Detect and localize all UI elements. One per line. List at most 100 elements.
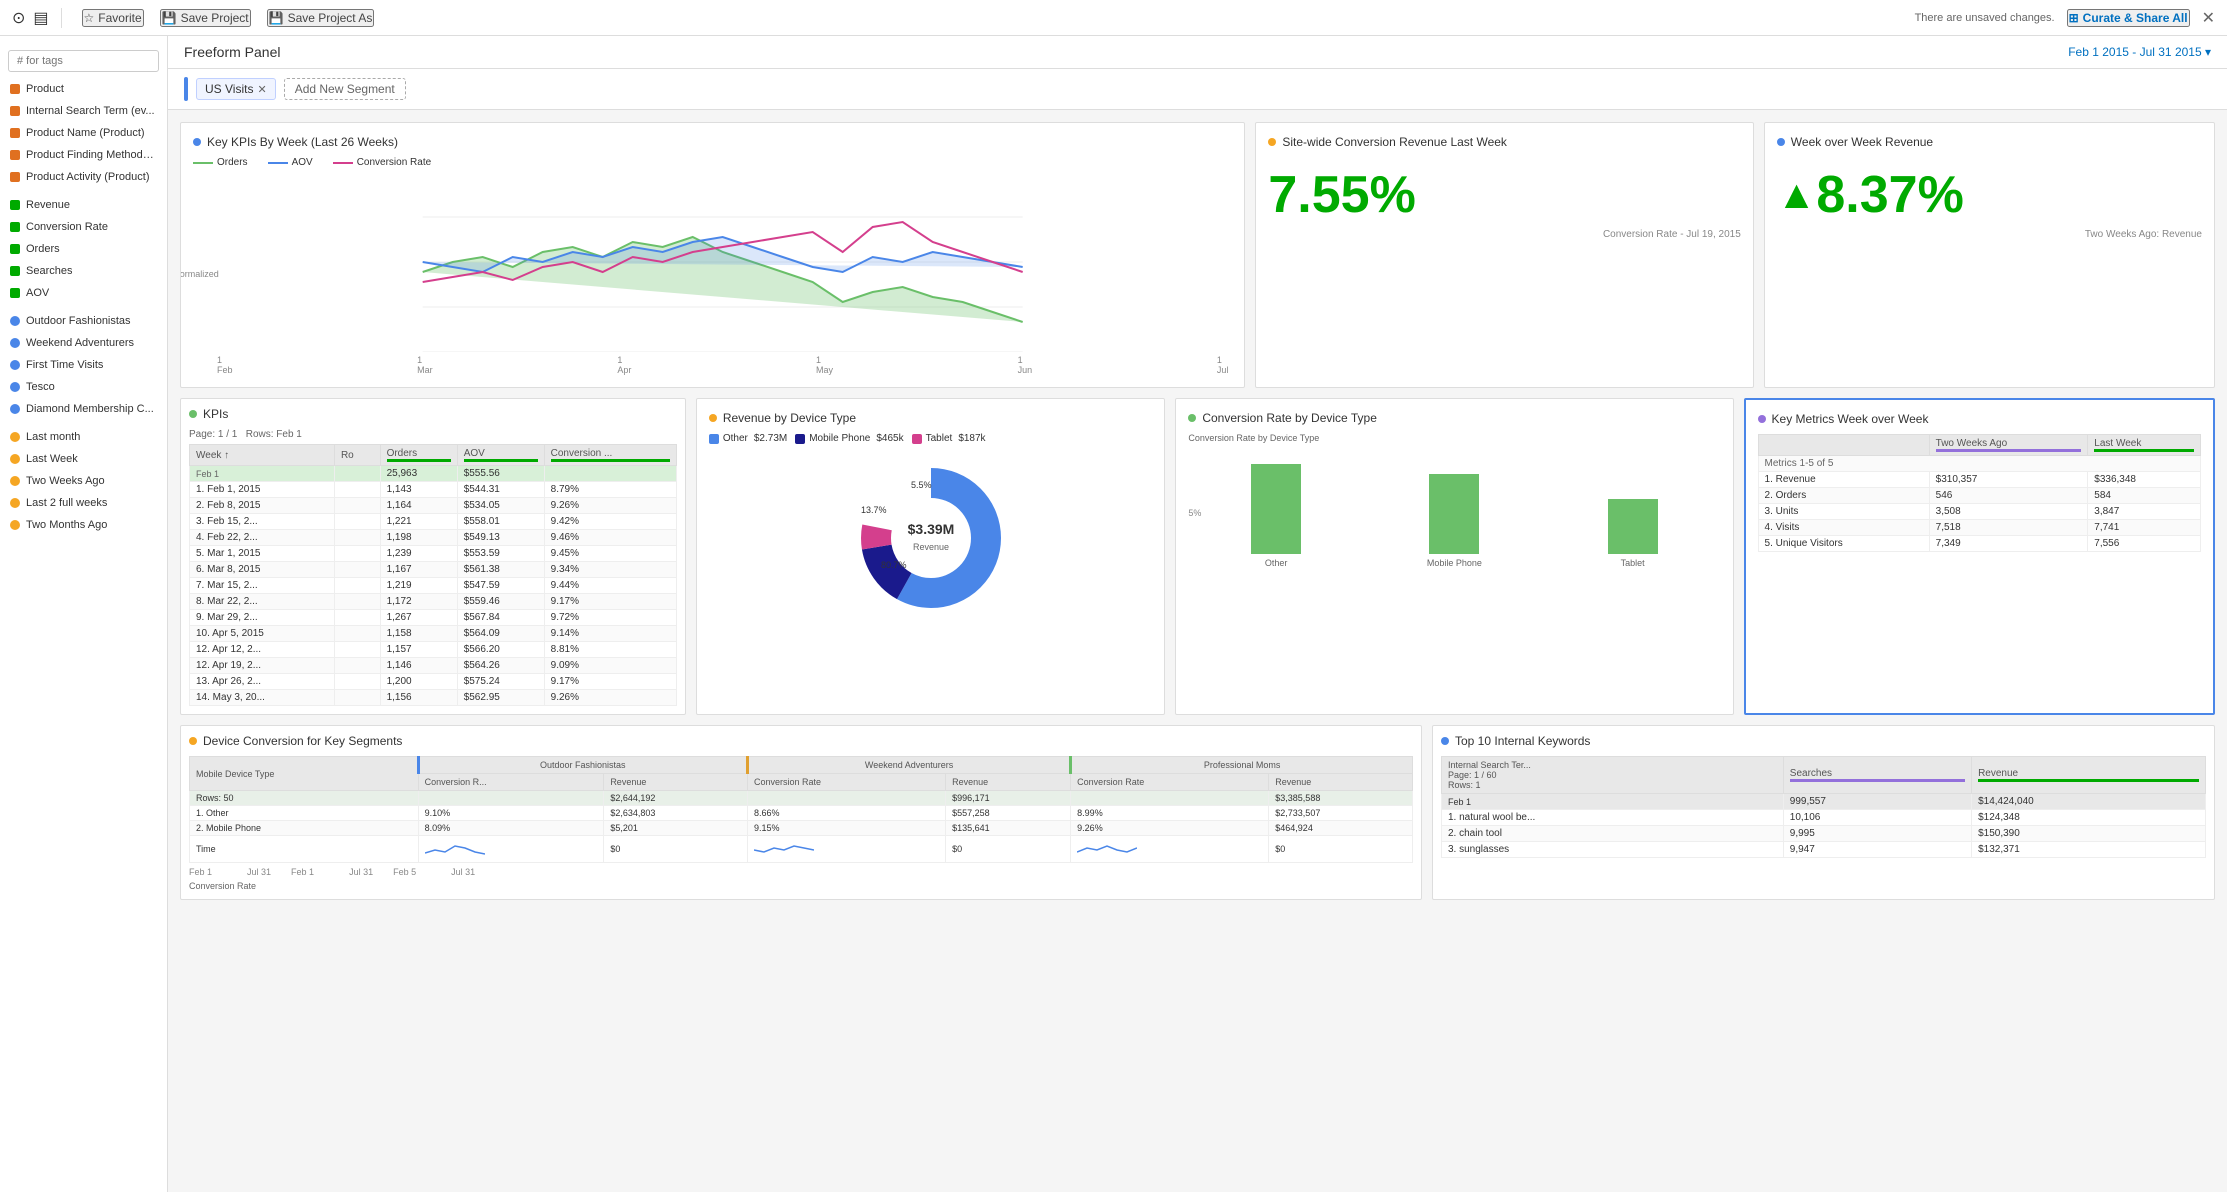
sidebar-item-label: Last Week — [26, 453, 78, 465]
sparkline-svg — [425, 838, 485, 858]
site-conv-dot — [1268, 138, 1276, 146]
bar-other-fill — [1251, 464, 1301, 554]
sidebar-item-product-finding-methods[interactable]: Product Finding Methods... — [0, 144, 167, 166]
weekend-segment-col[interactable]: Weekend Adventurers — [747, 757, 1070, 774]
wow-revenue-card: Week over Week Revenue ▲ 8.37% Two Weeks… — [1764, 122, 2215, 388]
search-input[interactable] — [8, 50, 159, 72]
sidebar-item-searches[interactable]: Searches — [0, 260, 167, 282]
sidebar-item-first-time-visits[interactable]: First Time Visits — [0, 354, 167, 376]
sidebar-item-weekend-adventurers[interactable]: Weekend Adventurers — [0, 332, 167, 354]
curate-share-button[interactable]: ⊞ Curate & Share All — [2067, 9, 2190, 27]
metrics-col-header[interactable] — [1758, 435, 1929, 456]
sidebar-item-last-week[interactable]: Last Week — [0, 448, 167, 470]
circle-icon — [10, 382, 20, 392]
sidebar-item-last-2-full-weeks[interactable]: Last 2 full weeks — [0, 492, 167, 514]
up-arrow-icon: ▲ — [1777, 175, 1817, 215]
of-mobile-rev: $5,201 — [604, 821, 748, 836]
searches-col-header[interactable]: Searches — [1783, 757, 1971, 794]
remove-segment-button[interactable]: ✕ — [257, 83, 266, 96]
mobile-legend: Mobile Phone $465k — [795, 433, 903, 444]
wa-rev-col[interactable]: Revenue — [946, 774, 1071, 791]
sidebar-item-two-weeks-ago[interactable]: Two Weeks Ago — [0, 470, 167, 492]
of-cr-col[interactable]: Conversion R... — [418, 774, 604, 791]
of-rev-col[interactable]: Revenue — [604, 774, 748, 791]
sidebar-item-last-month[interactable]: Last month — [0, 426, 167, 448]
svg-text:13.7%: 13.7% — [861, 505, 887, 515]
square-icon — [10, 84, 20, 94]
last-week-val: 7,556 — [2088, 536, 2201, 552]
conv-cell: 9.17% — [544, 674, 676, 690]
last-week-header[interactable]: Last Week — [2088, 435, 2201, 456]
revenue-kw-col-header[interactable]: Revenue — [1972, 757, 2206, 794]
sidebar-item-tesco[interactable]: Tesco — [0, 376, 167, 398]
bar-tablet-fill — [1608, 499, 1658, 554]
add-segment-button[interactable]: Add New Segment — [284, 78, 406, 100]
wa-cr-col[interactable]: Conversion Rate — [747, 774, 945, 791]
sidebar-item-diamond-membership-c[interactable]: Diamond Membership C... — [0, 398, 167, 420]
sidebar-item-product-name-product[interactable]: Product Name (Product) — [0, 122, 167, 144]
sidebar-item-internal-search-term-ev[interactable]: Internal Search Term (ev... — [0, 100, 167, 122]
table-row: 14. May 3, 20... 1,156 $562.95 9.26% — [190, 690, 677, 706]
time-sparkline-1 — [418, 836, 604, 863]
device-type-col[interactable]: Mobile Device Type — [190, 757, 419, 791]
aov-cell: $564.26 — [457, 658, 544, 674]
ro-col-header[interactable]: Ro — [334, 445, 380, 466]
table-row: 1. natural wool be... 10,106 $124,348 — [1442, 810, 2206, 826]
square-icon — [10, 150, 20, 160]
sidebar-item-label: Product Finding Methods... — [26, 149, 157, 161]
revenue-val: $132,371 — [1972, 842, 2206, 858]
week-cell: 13. Apr 26, 2... — [190, 674, 335, 690]
segment-color-bar — [184, 77, 188, 101]
top-bar-actions: ☆ Favorite 💾 Save Project 💾 Save Project… — [82, 9, 1895, 27]
save-project-button[interactable]: 💾 Save Project — [160, 9, 251, 27]
two-weeks-ago-header[interactable]: Two Weeks Ago — [1929, 435, 2088, 456]
sidebar-item-label: Two Weeks Ago — [26, 475, 105, 487]
pm-cr-col[interactable]: Conversion Rate — [1071, 774, 1269, 791]
close-button[interactable]: ✕ — [2202, 8, 2215, 28]
ro-cell — [334, 578, 380, 594]
aov-cell: $544.31 — [457, 482, 544, 498]
professional-segment-col[interactable]: Professional Moms — [1071, 757, 1413, 774]
aov-cell: $575.24 — [457, 674, 544, 690]
table-row: Time $0 — [190, 836, 1413, 863]
week-col-header[interactable]: Week ↑ — [190, 445, 335, 466]
orders-cell: 1,198 — [380, 530, 457, 546]
favorite-button[interactable]: ☆ Favorite — [82, 9, 144, 27]
sidebar-item-orders[interactable]: Orders — [0, 238, 167, 260]
orders-cell: 1,157 — [380, 642, 457, 658]
time-sparkline-3 — [1071, 836, 1269, 863]
y-axis-value: 5% — [1188, 508, 1201, 518]
orders-col-header[interactable]: Orders — [380, 445, 457, 466]
sidebar-item-label: Product Name (Product) — [26, 127, 145, 139]
time-label: Time — [190, 836, 419, 863]
ro-cell — [334, 610, 380, 626]
table-row: 2. chain tool 9,995 $150,390 — [1442, 826, 2206, 842]
us-visits-segment[interactable]: US Visits ✕ — [196, 78, 276, 100]
sidebar-item-revenue[interactable]: Revenue — [0, 194, 167, 216]
sidebar-item-label: Diamond Membership C... — [26, 403, 154, 415]
sidebar-item-product[interactable]: Product — [0, 78, 167, 100]
aov-col-header[interactable]: AOV — [457, 445, 544, 466]
pm-rev-col[interactable]: Revenue — [1269, 774, 1413, 791]
square-icon — [10, 266, 20, 276]
date-range-picker[interactable]: Feb 1 2015 - Jul 31 2015 ▾ — [2068, 45, 2211, 59]
keyword-col-header[interactable]: Internal Search Ter... Page: 1 / 60 Rows… — [1442, 757, 1784, 794]
table-row: 12. Apr 19, 2... 1,146 $564.26 9.09% — [190, 658, 677, 674]
week-cell: 5. Mar 1, 2015 — [190, 546, 335, 562]
conversion-col-header[interactable]: Conversion ... — [544, 445, 676, 466]
sidebar-item-two-months-ago[interactable]: Two Months Ago — [0, 514, 167, 536]
sidebar-item-aov[interactable]: AOV — [0, 282, 167, 304]
sidebar-item-conversion-rate[interactable]: Conversion Rate — [0, 216, 167, 238]
save-project-as-button[interactable]: 💾 Save Project As — [267, 9, 375, 27]
sidebar-item-outdoor-fashionistas[interactable]: Outdoor Fashionistas — [0, 310, 167, 332]
sidebar-item-product-activity-product[interactable]: Product Activity (Product) — [0, 166, 167, 188]
total-cr1 — [418, 791, 604, 806]
outdoor-segment-col[interactable]: Outdoor Fashionistas — [418, 757, 747, 774]
keywords-table: Internal Search Ter... Page: 1 / 60 Rows… — [1441, 756, 2206, 858]
table-row: 3. sunglasses 9,947 $132,371 — [1442, 842, 2206, 858]
aov-cell: $559.46 — [457, 594, 544, 610]
wa-other-cr: 8.66% — [747, 806, 945, 821]
week-cell: 3. Feb 15, 2... — [190, 514, 335, 530]
kw-total-searches: 999,557 — [1783, 794, 1971, 810]
aov-cell: $562.95 — [457, 690, 544, 706]
